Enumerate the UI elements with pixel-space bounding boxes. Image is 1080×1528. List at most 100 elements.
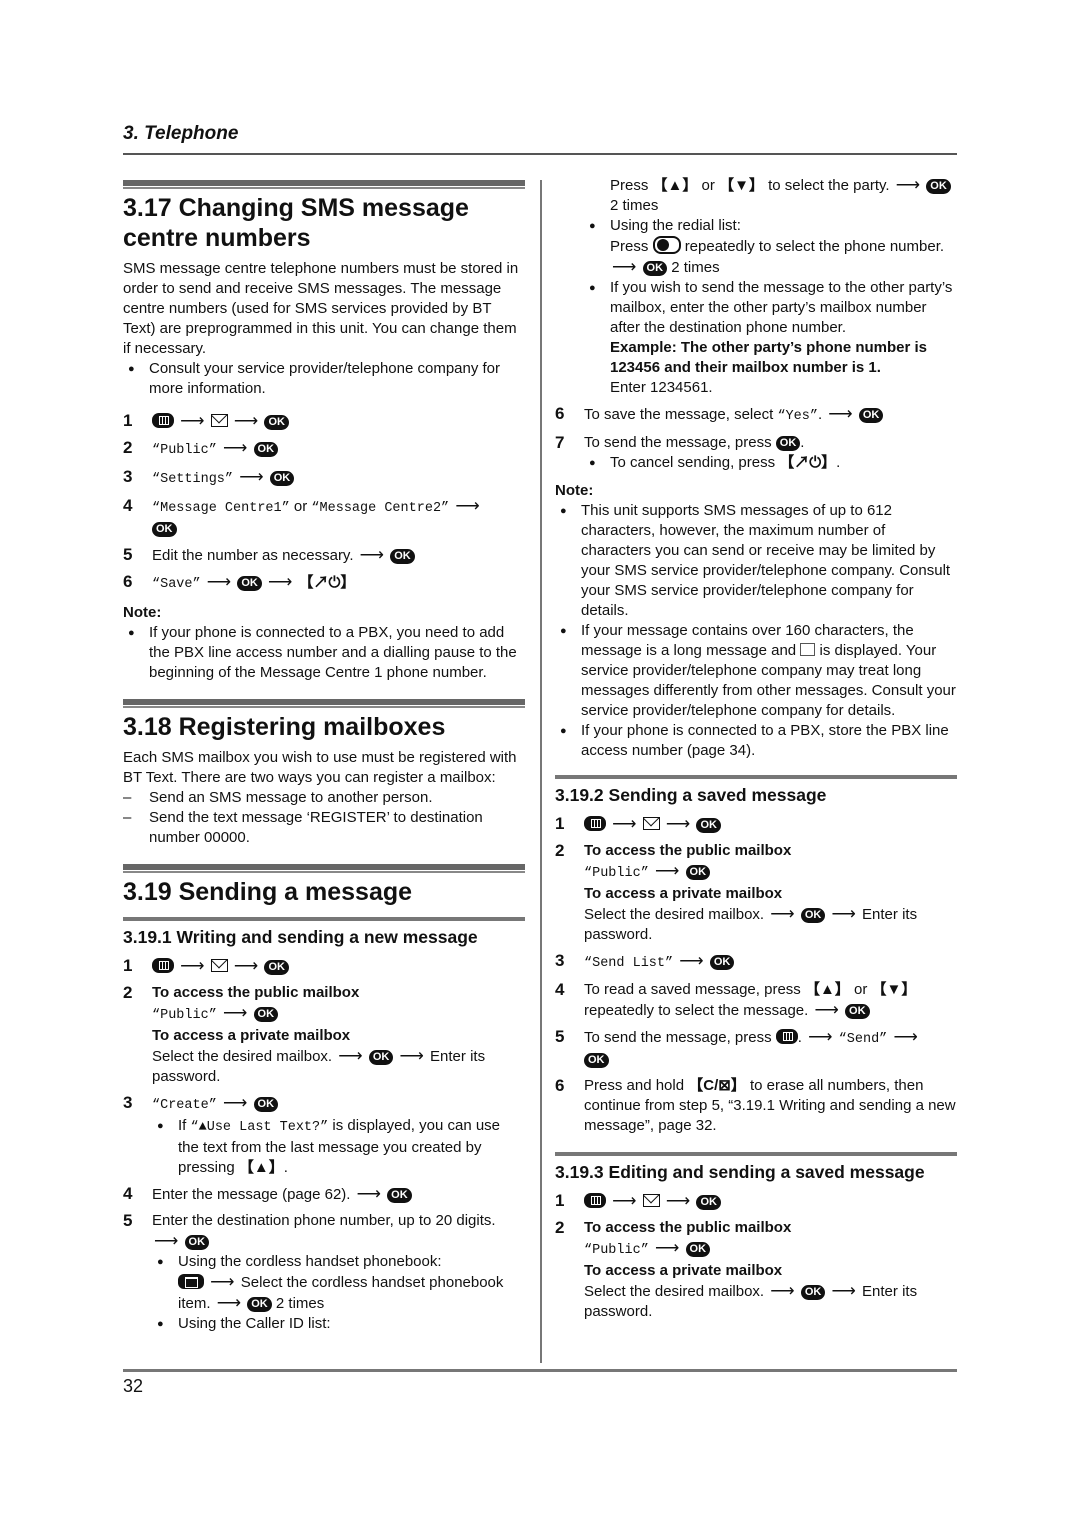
section-3-18-title: 3.18 Registering mailboxes (123, 713, 446, 741)
step-1: 1 ⟶ ⟶ OK (123, 956, 525, 977)
arrow-icon: ⟶ (828, 404, 853, 423)
ok-key-icon: OK (264, 415, 289, 430)
note-label: Note: (123, 604, 162, 621)
arrow-icon: ⟶ (612, 814, 637, 833)
note-item: This unit supports SMS messages of up to… (555, 501, 957, 621)
arrow-icon: ⟶ (359, 545, 385, 564)
section-3-17-title: 3.17 Changing SMS message centre numbers (123, 194, 469, 252)
note-label: Note: (555, 482, 594, 499)
arrow-icon: ⟶ (180, 956, 205, 975)
list-item: Send the text message ‘REGISTER’ to dest… (123, 808, 525, 848)
ok-key-icon: OK (184, 1235, 210, 1250)
step-3: 3 “Settings” ⟶ OK (123, 467, 525, 490)
arrow-icon: ⟶ (654, 861, 680, 880)
arrow-icon: ⟶ (222, 1093, 248, 1112)
menu-key-icon (152, 413, 174, 428)
step-1: 1 ⟶ ⟶ OK (555, 814, 957, 835)
step-4: 4 “Message Centre1” or “Message Centre2”… (123, 496, 480, 537)
arrow-icon: ⟶ (770, 904, 795, 923)
step-5: 5 To send the message, press . ⟶ “Send” … (555, 1027, 918, 1068)
envelope-icon (642, 1194, 660, 1207)
section-3-18-intro: Each SMS mailbox you wish to use must be… (123, 749, 517, 786)
section-rule (123, 180, 525, 187)
arrow-icon: ⟶ (612, 257, 637, 276)
long-message-icon (800, 643, 816, 656)
subsection-rule (123, 917, 525, 921)
subsection-rule (555, 1152, 957, 1156)
ok-key-icon: OK (696, 1195, 721, 1210)
footer-divider (123, 1369, 957, 1372)
ok-key-icon: OK (584, 1053, 609, 1068)
step-3: 3 “Create” ⟶ OK If “▲Use Last Text?” is … (123, 1093, 525, 1178)
section-rule (123, 864, 525, 871)
ok-key-icon: OK (237, 576, 262, 591)
arrow-icon: ⟶ (399, 1046, 424, 1065)
step-6: 6 “Save” ⟶ OK ⟶ 【↗⏻】 (123, 572, 356, 592)
bullet-item: To cancel sending, press 【↗⏻】. (584, 453, 957, 473)
section-3-19-1-title: 3.19.1 Writing and sending a new message (123, 927, 478, 947)
section-3-19-title: 3.19 Sending a message (123, 878, 413, 906)
step-3: 3 “Send List” ⟶ OK (555, 951, 957, 974)
page-number: 32 (123, 1376, 144, 1396)
arrow-icon: ⟶ (665, 1191, 691, 1210)
bullet-item: Using the redial list: Press repeatedly … (584, 216, 957, 278)
arrow-icon: ⟶ (210, 1272, 235, 1291)
bullet-item: If you wish to send the message to the o… (584, 278, 957, 398)
arrow-icon: ⟶ (222, 438, 248, 457)
ok-key-icon: OK (775, 436, 801, 451)
ok-key-icon: OK (269, 471, 295, 486)
ok-key-icon: OK (800, 908, 826, 923)
arrow-icon: ⟶ (895, 175, 921, 194)
section-3-19-2-title: 3.19.2 Sending a saved message (555, 785, 827, 805)
envelope-icon (642, 817, 660, 830)
menu-key-icon (584, 1193, 606, 1208)
arrow-icon: ⟶ (893, 1027, 918, 1046)
note-item: If your message contains over 160 charac… (555, 621, 957, 721)
redial-key-icon (652, 236, 681, 254)
bullet-item: Using the Caller ID list: (152, 1314, 525, 1334)
arrow-icon: ⟶ (338, 1046, 363, 1065)
subsection-rule (555, 775, 957, 779)
ok-key-icon: OK (800, 1285, 826, 1300)
arrow-icon: ⟶ (233, 411, 259, 430)
clear-key-icon: 【C/⊠】 (688, 1077, 746, 1094)
arrow-icon: ⟶ (612, 1191, 637, 1210)
off-key-icon: 【↗⏻】 (779, 454, 837, 471)
ok-key-icon: OK (253, 1007, 279, 1022)
arrow-icon: ⟶ (814, 1000, 839, 1019)
header-divider (123, 153, 957, 155)
ok-key-icon: OK (685, 865, 711, 880)
section-3-17-intro: SMS message centre telephone numbers mus… (123, 260, 519, 357)
section-rule (123, 699, 525, 706)
step-4: 4 Enter the message (page 62). ⟶ OK (123, 1184, 525, 1205)
menu-key-icon (775, 1029, 798, 1044)
ok-key-icon: OK (696, 818, 721, 833)
chapter-header: 3. Telephone (123, 123, 239, 144)
arrow-icon: ⟶ (770, 1281, 795, 1300)
list-item: Send an SMS message to another person. (123, 788, 525, 808)
menu-key-icon (584, 816, 606, 831)
bullet-item: Consult your service provider/telephone … (123, 359, 525, 399)
ok-key-icon: OK (253, 1097, 279, 1112)
ok-key-icon: OK (368, 1050, 394, 1065)
step-2: 2 To access the public mailbox “Public” … (555, 841, 918, 943)
column-divider (540, 180, 542, 1363)
ok-key-icon: OK (858, 408, 884, 423)
step-1: 1 ⟶ ⟶ OK (555, 1191, 957, 1212)
arrow-icon: ⟶ (206, 572, 232, 591)
arrow-icon: ⟶ (180, 411, 205, 430)
step-2: 2 “Public” ⟶ OK (123, 438, 525, 461)
ok-key-icon: OK (709, 955, 735, 970)
bullet-item: Using the cordless handset phonebook: ⟶ … (152, 1252, 525, 1314)
note-item: If your phone is connected to a PBX, you… (123, 623, 525, 683)
envelope-icon (210, 414, 228, 427)
step-4: 4 To read a saved message, press 【▲】 or … (555, 980, 917, 1019)
ok-key-icon: OK (926, 179, 951, 194)
caller-id-continuation: Press 【▲】 or 【▼】 to select the party. ⟶ … (555, 175, 957, 216)
arrow-icon: ⟶ (831, 904, 856, 923)
step-5: 5 Edit the number as necessary. ⟶ OK (123, 545, 525, 566)
arrow-icon: ⟶ (356, 1184, 381, 1203)
step-6: 6 To save the message, select “Yes”. ⟶ O… (555, 404, 957, 427)
section-3-19-3-title: 3.19.3 Editing and sending a saved messa… (555, 1162, 925, 1182)
arrow-icon: ⟶ (679, 951, 704, 970)
